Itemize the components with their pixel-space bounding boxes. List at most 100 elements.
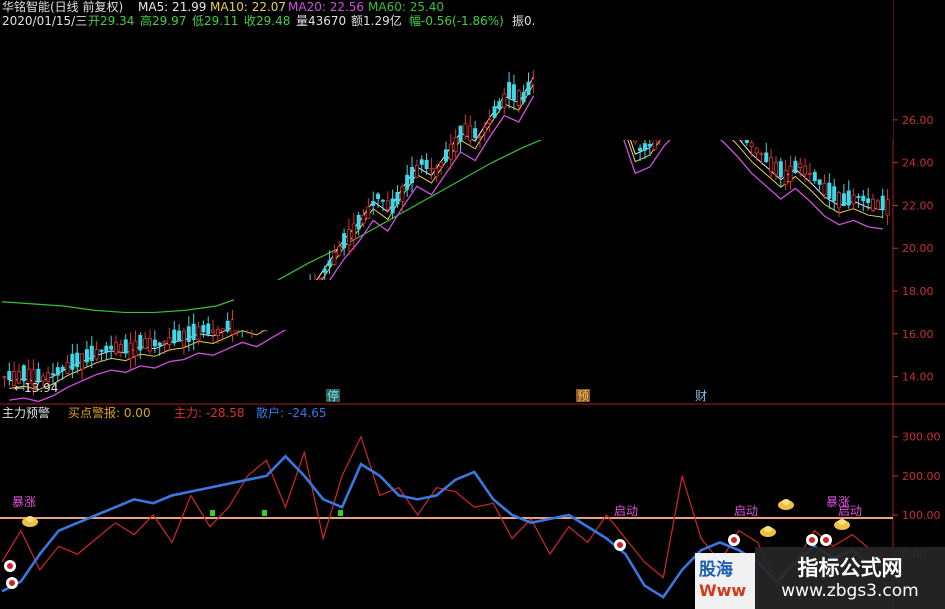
candle-body	[21, 365, 26, 382]
candle-body	[196, 326, 201, 341]
candle-body	[754, 147, 759, 154]
candle-body	[201, 325, 206, 333]
price-axis-ticks[interactable]: 14.00 16.00 18.00 20.00 22.00 24.00 26.00	[893, 114, 934, 384]
candle-body	[94, 349, 99, 360]
candle-body	[832, 186, 837, 202]
candle-body	[206, 323, 211, 335]
candle-body	[487, 119, 492, 124]
candle-body	[424, 159, 429, 170]
quote-close: 收29.48	[244, 14, 290, 28]
candle-body	[511, 84, 516, 101]
candle-body	[162, 341, 167, 344]
start-signal: 启动	[838, 504, 862, 518]
candle-body	[109, 345, 114, 350]
buy-marker	[338, 510, 343, 516]
candle-body	[410, 166, 415, 184]
candle-body	[885, 199, 890, 216]
candle-body	[793, 160, 798, 174]
candle-body	[138, 334, 143, 351]
candle-body	[778, 161, 783, 178]
event-label-forecast: 预	[577, 389, 589, 403]
buy-marker	[210, 510, 215, 516]
candle-body	[342, 233, 347, 249]
indicator-tick-label: 300.00	[902, 431, 941, 444]
stock-chart-window: 14.0016.0018.0020.0022.0024.0026.00 0.00…	[0, 0, 945, 609]
candle-body	[448, 143, 453, 160]
signal-bubble-icon	[820, 534, 832, 546]
candle-body	[385, 200, 390, 210]
candle-body	[856, 196, 861, 198]
candle-body	[419, 159, 424, 165]
quote-amplitude: 振0.	[512, 14, 535, 28]
candle-body	[380, 199, 385, 202]
retail-label: 散户: -24.65	[256, 405, 327, 420]
watermark-logo: 股海 Www	[695, 553, 755, 609]
price-tick-label: 16.00	[902, 328, 934, 341]
candle-body	[439, 162, 444, 168]
ma60-label: MA60: 25.40	[368, 0, 444, 14]
candle-body	[55, 367, 60, 376]
event-label-halt: 停	[327, 388, 339, 403]
quote-high: 高29.97	[140, 13, 186, 28]
indicator-axis-ticks[interactable]: 0.00100.00200.00300.00	[893, 431, 941, 561]
signal-bubble-icon	[614, 539, 626, 551]
candle-body	[822, 182, 827, 196]
candle-body	[50, 373, 55, 376]
candle-body	[361, 214, 366, 224]
candle-body	[502, 93, 507, 109]
candle-body	[75, 352, 80, 368]
candle-body	[507, 82, 512, 99]
candle-body	[642, 143, 647, 151]
candle-body	[497, 101, 502, 110]
candle-body	[36, 368, 41, 382]
candle-body	[521, 92, 526, 103]
candle-body	[773, 162, 778, 175]
signal-bubble-icon	[728, 534, 740, 546]
candle-body	[152, 339, 157, 347]
candle-body	[157, 342, 162, 346]
signal-bubble-icon	[806, 534, 818, 546]
price-tick-label: 18.00	[902, 285, 934, 298]
candle-body	[764, 152, 769, 163]
candle-body	[453, 137, 458, 152]
candle-body	[167, 337, 172, 345]
candle-body	[759, 153, 764, 156]
candle-body	[133, 340, 138, 357]
candle-body	[215, 328, 220, 336]
watermark-banner: 指标公式网 www.zbgs3.com	[755, 547, 945, 609]
quote-date: 2020/01/15/三	[2, 14, 87, 28]
candle-body	[70, 353, 75, 370]
price-tick-label: 20.00	[902, 242, 934, 255]
candle-body	[473, 128, 478, 138]
candle-body	[123, 339, 128, 354]
candle-body	[803, 165, 808, 175]
candle-body	[225, 320, 230, 332]
watermark-url: www.zbgs3.com	[781, 581, 919, 601]
price-tick-label: 22.00	[902, 199, 934, 212]
redaction-block	[534, 0, 893, 140]
candle-body	[463, 123, 468, 137]
signal-bubble-icon	[6, 577, 18, 589]
candle-body	[211, 329, 216, 333]
event-label-finance: 财	[695, 389, 707, 403]
candle-body	[861, 195, 866, 202]
candle-body	[405, 174, 410, 190]
candle-body	[638, 147, 643, 152]
low-price-marker: ←13.94	[14, 381, 58, 395]
candle-body	[104, 345, 109, 352]
watermark-title: 指标公式网	[797, 556, 903, 580]
candle-body	[80, 353, 85, 370]
candle-body	[186, 326, 191, 342]
indicator-tick-label: 200.00	[902, 470, 941, 483]
candle-body	[366, 206, 371, 219]
candle-body	[351, 223, 356, 240]
candle-body	[89, 345, 94, 361]
candle-body	[327, 260, 332, 267]
candle-body	[220, 328, 225, 332]
candle-body	[798, 162, 803, 168]
buy-alert-label: 买点警报: 0.00	[68, 405, 151, 420]
candle-body	[827, 182, 832, 199]
quote-open: 开29.34	[88, 14, 134, 28]
ma10-label: MA10: 22.07	[210, 0, 286, 14]
price-tick-label: 24.00	[902, 157, 934, 170]
